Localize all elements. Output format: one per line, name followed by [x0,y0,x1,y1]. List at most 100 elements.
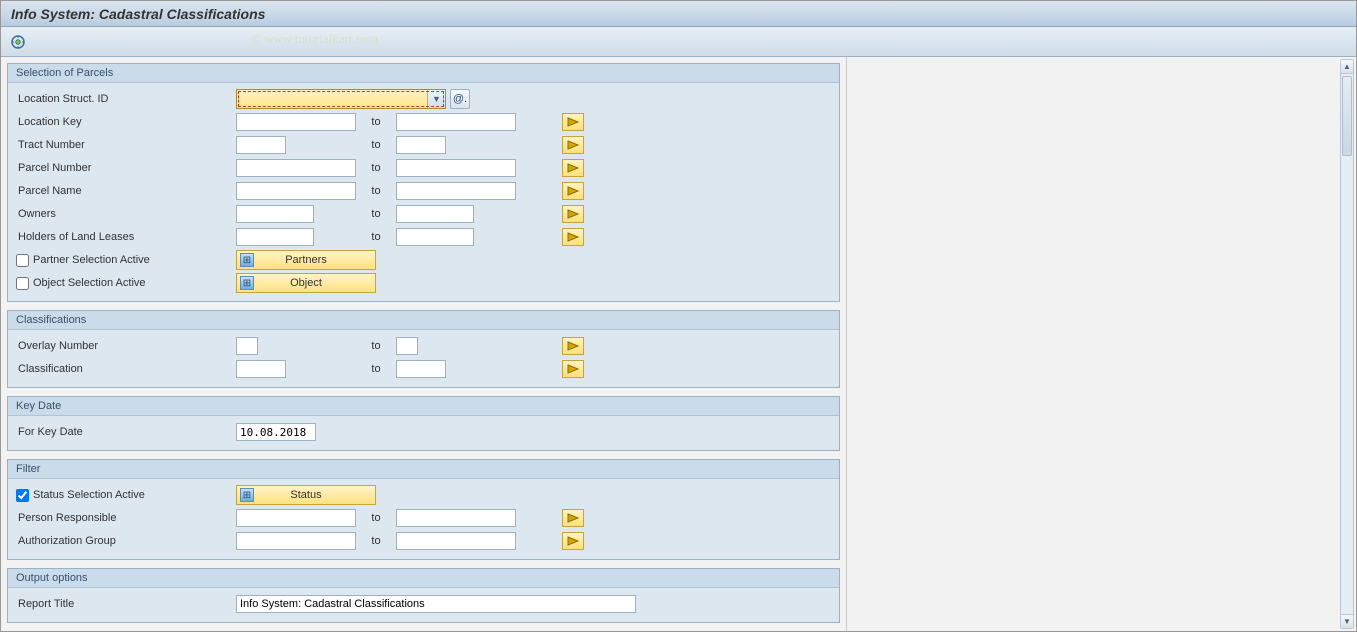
person-resp-to[interactable] [396,509,516,527]
group-parcels: Selection of Parcels Location Struct. ID… [7,63,840,302]
classification-from[interactable] [236,360,286,378]
label-location-struct-id: Location Struct. ID [16,93,236,105]
object-button[interactable]: ⊞ Object [236,273,376,293]
object-selection-text: Object Selection Active [33,277,146,289]
expand-icon: ⊞ [240,253,254,267]
multiple-selection-button[interactable] [562,136,584,154]
window-title: Info System: Cadastral Classifications [11,6,265,22]
object-selection-checkbox[interactable] [16,277,29,290]
parcel-name-from[interactable] [236,182,356,200]
expand-icon: ⊞ [240,488,254,502]
label-report-title: Report Title [16,598,236,610]
to-label: to [356,340,396,352]
group-filter: Filter Status Selection Active ⊞ Status [7,459,840,560]
expand-icon: ⊞ [240,276,254,290]
multiple-selection-button[interactable] [562,228,584,246]
chevron-down-icon[interactable]: ▼ [427,90,445,108]
scroll-down-icon[interactable]: ▼ [1341,614,1353,628]
toolbar: © www.tutorialkart.com [1,27,1356,57]
label-holders: Holders of Land Leases [16,231,236,243]
multiple-selection-button[interactable] [562,360,584,378]
partner-selection-checkbox[interactable] [16,254,29,267]
content-wrapper: Selection of Parcels Location Struct. ID… [1,57,1356,631]
to-label: to [356,231,396,243]
to-label: to [356,535,396,547]
label-parcel-name: Parcel Name [16,185,236,197]
holders-from[interactable] [236,228,314,246]
scrollbar[interactable]: ▲ ▼ [1340,59,1354,629]
to-label: to [356,208,396,220]
content-area: Selection of Parcels Location Struct. ID… [1,57,846,631]
label-auth-group: Authorization Group [16,535,236,547]
execute-icon[interactable] [9,33,27,51]
group-title-parcels: Selection of Parcels [8,64,839,83]
classification-to[interactable] [396,360,446,378]
to-label: to [356,512,396,524]
app-window: Info System: Cadastral Classifications ©… [0,0,1357,632]
label-for-key-date: For Key Date [16,426,236,438]
report-title-input[interactable] [236,595,636,613]
holders-to[interactable] [396,228,474,246]
label-parcel-number: Parcel Number [16,162,236,174]
partners-button[interactable]: ⊞ Partners [236,250,376,270]
multiple-selection-button[interactable] [562,159,584,177]
object-button-label: Object [290,277,322,289]
parcel-number-to[interactable] [396,159,516,177]
status-selection-text: Status Selection Active [33,489,145,501]
location-struct-id-input[interactable] [237,90,427,108]
scroll-up-icon[interactable]: ▲ [1341,60,1353,74]
group-title-classifications: Classifications [8,311,839,330]
partners-button-label: Partners [285,254,327,266]
multiple-selection-button[interactable] [562,337,584,355]
to-label: to [356,185,396,197]
location-key-from[interactable] [236,113,356,131]
status-selection-checkbox-label[interactable]: Status Selection Active [16,489,236,502]
partner-selection-text: Partner Selection Active [33,254,150,266]
group-title-filter: Filter [8,460,839,479]
group-title-output: Output options [8,569,839,588]
group-keydate: Key Date For Key Date [7,396,840,451]
tract-number-to[interactable] [396,136,446,154]
label-overlay-number: Overlay Number [16,340,236,352]
label-classification: Classification [16,363,236,375]
auth-group-to[interactable] [396,532,516,550]
multiple-selection-button[interactable] [562,205,584,223]
to-label: to [356,162,396,174]
title-bar: Info System: Cadastral Classifications [1,1,1356,27]
label-tract-number: Tract Number [16,139,236,151]
group-classifications: Classifications Overlay Number to [7,310,840,388]
label-person-responsible: Person Responsible [16,512,236,524]
f4-help-button[interactable]: @. [450,89,470,109]
group-output: Output options Report Title [7,568,840,623]
owners-to[interactable] [396,205,474,223]
scrollbar-thumb[interactable] [1342,76,1352,156]
auth-group-from[interactable] [236,532,356,550]
partner-selection-checkbox-label[interactable]: Partner Selection Active [16,254,236,267]
status-button-label: Status [290,489,321,501]
for-key-date-input[interactable] [236,423,316,441]
owners-from[interactable] [236,205,314,223]
location-struct-id-dropdown[interactable]: ▼ [236,89,446,109]
parcel-name-to[interactable] [396,182,516,200]
right-gutter: ▲ ▼ [846,57,1356,631]
person-resp-from[interactable] [236,509,356,527]
watermark: © www.tutorialkart.com [251,31,378,47]
overlay-from[interactable] [236,337,258,355]
status-selection-checkbox[interactable] [16,489,29,502]
status-button[interactable]: ⊞ Status [236,485,376,505]
to-label: to [356,363,396,375]
parcel-number-from[interactable] [236,159,356,177]
label-location-key: Location Key [16,116,236,128]
tract-number-from[interactable] [236,136,286,154]
multiple-selection-button[interactable] [562,113,584,131]
to-label: to [356,116,396,128]
to-label: to [356,139,396,151]
location-key-to[interactable] [396,113,516,131]
group-title-keydate: Key Date [8,397,839,416]
multiple-selection-button[interactable] [562,509,584,527]
label-owners: Owners [16,208,236,220]
multiple-selection-button[interactable] [562,182,584,200]
object-selection-checkbox-label[interactable]: Object Selection Active [16,277,236,290]
overlay-to[interactable] [396,337,418,355]
multiple-selection-button[interactable] [562,532,584,550]
